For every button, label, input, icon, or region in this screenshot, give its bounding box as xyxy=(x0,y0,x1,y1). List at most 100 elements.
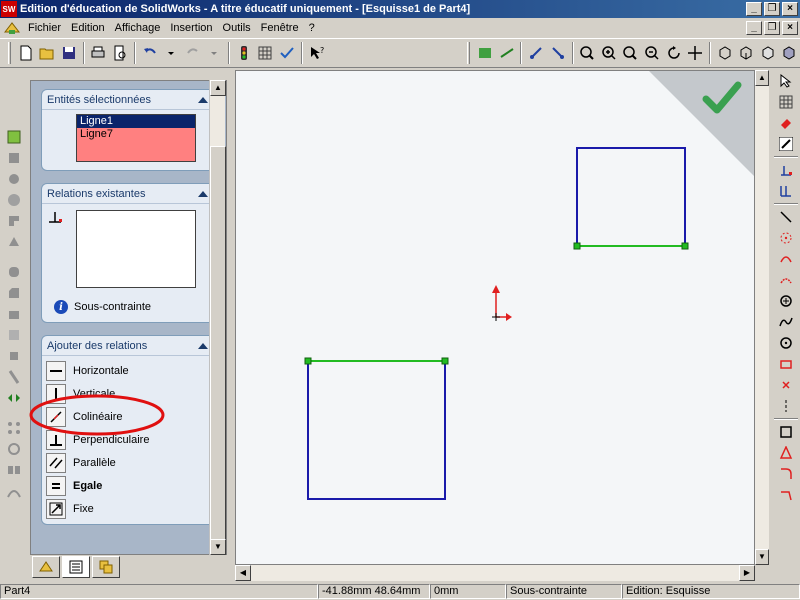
trim-entities-icon[interactable] xyxy=(775,485,797,505)
three-point-arc-icon[interactable] xyxy=(775,270,797,290)
centerline-tool-icon[interactable] xyxy=(775,396,797,416)
undo-dropdown-icon[interactable] xyxy=(160,42,182,64)
cut-icon[interactable] xyxy=(3,232,25,252)
circle-tool-icon[interactable] xyxy=(775,291,797,311)
undo-icon[interactable] xyxy=(139,42,161,64)
redo-icon[interactable] xyxy=(182,42,204,64)
configuration-manager-tab[interactable] xyxy=(92,556,120,578)
panel-scroll-thumb[interactable] xyxy=(210,146,226,546)
mirror-icon[interactable] xyxy=(3,460,25,480)
sketch-toolbar-icon[interactable] xyxy=(474,42,496,64)
rectangle-tool-icon[interactable] xyxy=(775,354,797,374)
select-arrow-icon[interactable] xyxy=(775,71,797,91)
line-tool-icon[interactable] xyxy=(775,207,797,227)
rebuild-traffic-light-icon[interactable] xyxy=(233,42,255,64)
feature-manager-tab[interactable] xyxy=(32,556,60,578)
add-relations-header[interactable]: Ajouter des relations xyxy=(42,336,214,356)
help-pointer-icon[interactable]: ? xyxy=(306,42,328,64)
tangent-arc-icon[interactable] xyxy=(775,249,797,269)
toolbar-grip[interactable] xyxy=(8,42,11,64)
wireframe-icon[interactable] xyxy=(735,42,757,64)
scroll-left-arrow-icon[interactable]: ◀ xyxy=(235,565,251,581)
rib-icon[interactable] xyxy=(3,304,25,324)
minimize-button[interactable]: _ xyxy=(746,2,762,16)
horizontal-scrollbar[interactable]: ◀ ▶ xyxy=(235,565,755,581)
sketch-tool-icon[interactable] xyxy=(525,42,547,64)
panel-scrollbar[interactable]: ▲ ▼ xyxy=(209,80,226,555)
hidden-lines-icon[interactable] xyxy=(757,42,779,64)
sketch-point[interactable] xyxy=(304,357,312,365)
menu-insertion[interactable]: Insertion xyxy=(165,22,217,34)
select-feature-icon[interactable] xyxy=(3,127,25,147)
extrude-icon[interactable] xyxy=(3,148,25,168)
collapse-arrow-icon[interactable] xyxy=(198,342,208,349)
new-file-icon[interactable] xyxy=(15,42,37,64)
menu-outils[interactable]: Outils xyxy=(218,22,256,34)
relations-tool-icon[interactable] xyxy=(3,388,25,408)
view-toolbar-grip[interactable] xyxy=(467,42,471,64)
sketch-point[interactable] xyxy=(573,242,581,250)
relation-horizontal-button[interactable]: Horizontale xyxy=(46,360,129,382)
doc-restore-button[interactable]: ❐ xyxy=(764,21,780,35)
menu-fichier[interactable]: Fichier xyxy=(23,22,66,34)
view-orientation-icon[interactable] xyxy=(714,42,736,64)
menu-help[interactable]: ? xyxy=(304,22,320,34)
chamfer-icon[interactable] xyxy=(3,283,25,303)
hole-wizard-icon[interactable] xyxy=(3,367,25,387)
relation-parallel-button[interactable]: Parallèle xyxy=(46,452,116,474)
sketch-point[interactable] xyxy=(441,357,449,365)
vertical-scrollbar[interactable]: ▲ ▼ xyxy=(755,70,769,565)
property-manager-tab[interactable] xyxy=(62,556,90,578)
grid-icon[interactable] xyxy=(775,92,797,112)
list-item[interactable]: Ligne7 xyxy=(77,128,195,141)
zoom-area-icon[interactable] xyxy=(620,42,642,64)
sketch-point[interactable] xyxy=(681,242,689,250)
selected-entities-list[interactable]: Ligne1 Ligne7 xyxy=(76,114,196,162)
scroll-up-arrow-icon[interactable]: ▲ xyxy=(210,80,226,96)
add-relation-icon[interactable] xyxy=(775,181,797,201)
zoom-in-icon[interactable] xyxy=(598,42,620,64)
collapse-arrow-icon[interactable] xyxy=(198,96,208,103)
redo-dropdown-icon[interactable] xyxy=(203,42,225,64)
pattern-circular-icon[interactable] xyxy=(3,439,25,459)
point-tool-icon[interactable] xyxy=(775,375,797,395)
spline-tool-icon[interactable] xyxy=(775,312,797,332)
fillet-icon[interactable] xyxy=(3,262,25,282)
shaded-icon[interactable] xyxy=(779,42,800,64)
scroll-up-arrow-icon[interactable]: ▲ xyxy=(755,70,769,86)
open-folder-icon[interactable] xyxy=(37,42,59,64)
doc-minimize-button[interactable]: _ xyxy=(746,21,762,35)
selected-entities-header[interactable]: Entités sélectionnées xyxy=(42,90,214,110)
existing-relations-header[interactable]: Relations existantes xyxy=(42,184,214,204)
sketch-line[interactable] xyxy=(576,147,686,246)
graphics-area[interactable] xyxy=(235,70,755,565)
sketch-line[interactable] xyxy=(307,361,446,500)
scroll-down-arrow-icon[interactable]: ▼ xyxy=(755,549,769,565)
grid-icon[interactable] xyxy=(255,42,277,64)
smart-dimension-icon[interactable] xyxy=(496,42,518,64)
restore-button[interactable]: ❐ xyxy=(764,2,780,16)
relation-fix-button[interactable]: Fixe xyxy=(46,498,94,520)
draft-icon[interactable] xyxy=(3,346,25,366)
pan-icon[interactable] xyxy=(684,42,706,64)
rotate-icon[interactable] xyxy=(663,42,685,64)
zoom-fit-icon[interactable] xyxy=(577,42,599,64)
scroll-right-arrow-icon[interactable]: ▶ xyxy=(739,565,755,581)
smart-dimension-icon[interactable] xyxy=(775,160,797,180)
zoom-out-icon[interactable] xyxy=(641,42,663,64)
pattern-linear-icon[interactable] xyxy=(3,418,25,438)
measure-icon[interactable] xyxy=(547,42,569,64)
print-preview-icon[interactable] xyxy=(109,42,131,64)
offset-entities-icon[interactable] xyxy=(775,422,797,442)
sketch-pencil-icon[interactable] xyxy=(775,134,797,154)
relation-equal-button[interactable]: Egale xyxy=(46,475,102,497)
eraser-icon[interactable] xyxy=(775,113,797,133)
mirror-entities-icon[interactable] xyxy=(775,443,797,463)
scroll-down-arrow-icon[interactable]: ▼ xyxy=(210,539,226,555)
sweep-icon[interactable] xyxy=(3,190,25,210)
close-button[interactable]: × xyxy=(782,2,798,16)
menu-edition[interactable]: Edition xyxy=(66,22,110,34)
centerpoint-arc-icon[interactable] xyxy=(775,228,797,248)
menu-affichage[interactable]: Affichage xyxy=(110,22,166,34)
print-icon[interactable] xyxy=(88,42,110,64)
